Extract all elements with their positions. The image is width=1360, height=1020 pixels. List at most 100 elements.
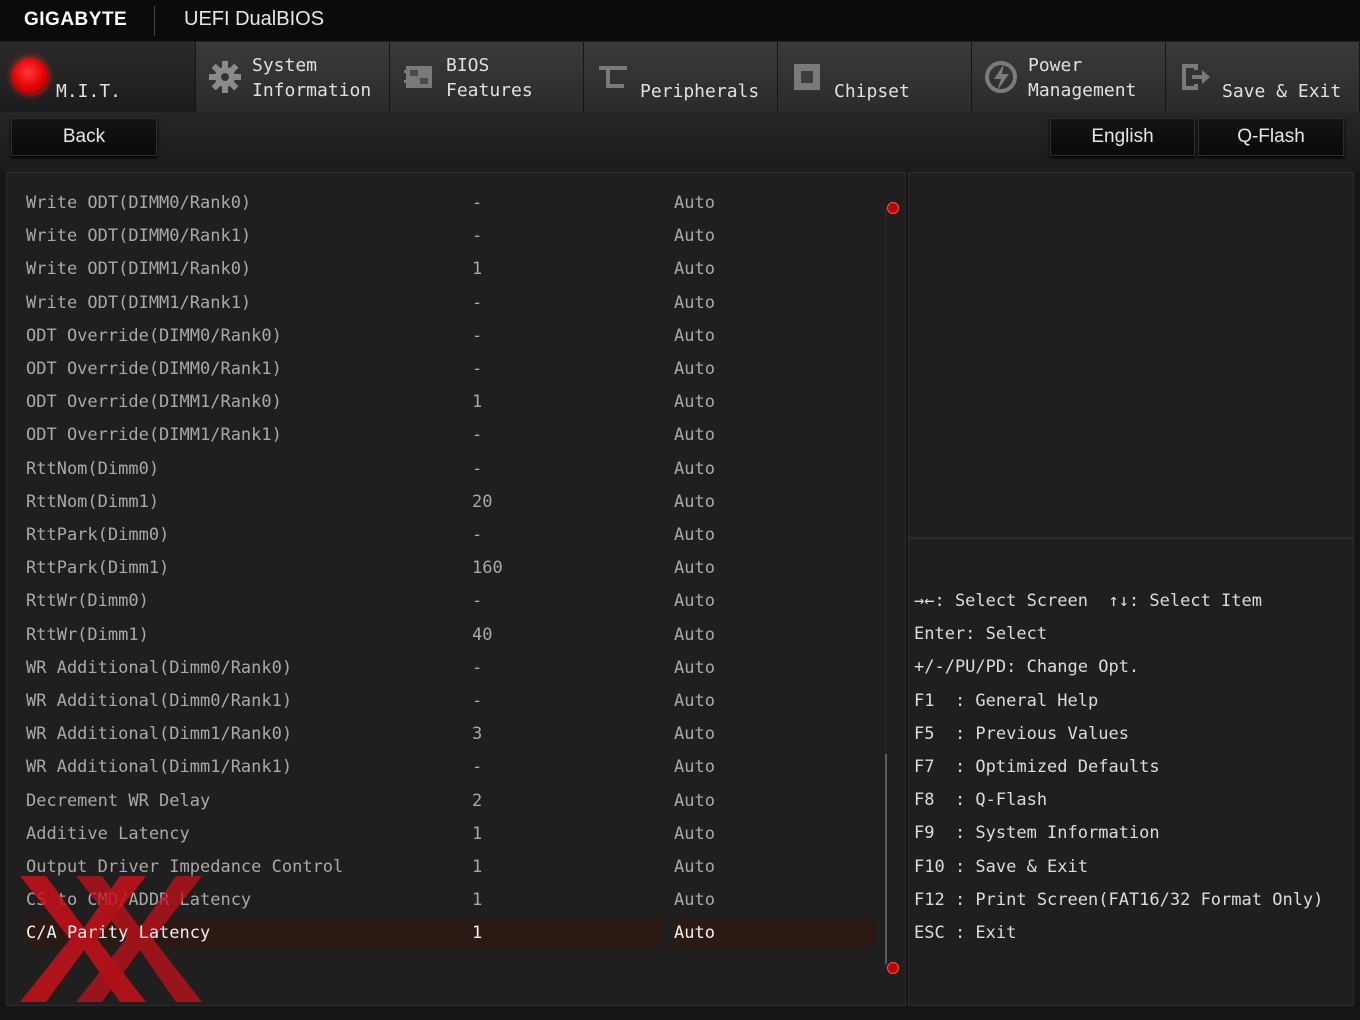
tab-mit[interactable]: M.I.T. xyxy=(0,42,196,112)
setting-current-value: - xyxy=(472,425,483,446)
setting-row[interactable]: Write ODT(DIMM1/Rank0) 1 Auto xyxy=(26,254,886,284)
setting-option[interactable]: Auto xyxy=(674,852,715,882)
setting-row[interactable]: C/A Parity Latency 1 Auto xyxy=(26,918,886,949)
setting-row[interactable]: Write ODT(DIMM0/Rank0) - Auto xyxy=(26,188,886,218)
setting-current-value: - xyxy=(472,525,483,545)
help-line: →←: Select Screen ↑↓: Select Item xyxy=(914,591,1262,611)
setting-name: RttPark(Dimm1) xyxy=(26,558,170,579)
setting-current-value: - xyxy=(472,657,483,678)
setting-name: ODT Override(DIMM0/Rank1) xyxy=(26,359,282,379)
setting-current-value: 3 xyxy=(472,724,483,745)
setting-option[interactable]: Auto xyxy=(674,719,715,749)
setting-option[interactable]: Auto xyxy=(674,752,715,782)
help-line: F9 : System Information xyxy=(914,823,1160,844)
setting-row[interactable]: RttPark(Dimm0) - Auto xyxy=(26,520,886,550)
tab-save-exit[interactable]: Save & Exit xyxy=(1166,42,1360,112)
setting-current-value: - xyxy=(472,325,483,346)
qflash-button[interactable]: Q-Flash xyxy=(1198,118,1344,156)
setting-row[interactable]: RttWr(Dimm1) 40 Auto xyxy=(26,620,886,650)
setting-row[interactable]: Write ODT(DIMM0/Rank1) - Auto xyxy=(26,221,886,251)
setting-option[interactable]: Auto xyxy=(674,686,715,716)
setting-row[interactable]: Decrement WR Delay 2 Auto xyxy=(26,786,886,816)
setting-row[interactable]: RttWr(Dimm0) - Auto xyxy=(26,586,886,616)
setting-row[interactable]: Output Driver Impedance Control 1 Auto xyxy=(26,852,886,882)
setting-option[interactable]: Auto xyxy=(674,885,715,915)
setting-name: Write ODT(DIMM0/Rank0) xyxy=(26,193,252,213)
setting-option[interactable]: Auto xyxy=(674,288,715,318)
power-icon xyxy=(985,61,1017,93)
scrollbar-thumb[interactable] xyxy=(885,754,887,964)
tab-label: M.I.T. xyxy=(56,81,122,102)
help-line: F5 : Previous Values xyxy=(914,723,1129,744)
scroll-up-icon[interactable] xyxy=(887,202,899,214)
help-line: F1 : General Help xyxy=(914,690,1099,711)
setting-row[interactable]: ODT Override(DIMM1/Rank0) 1 Auto xyxy=(26,387,886,417)
setting-row[interactable]: ODT Override(DIMM1/Rank1) - Auto xyxy=(26,420,886,450)
setting-current-value: - xyxy=(472,591,483,612)
setting-option[interactable]: Auto xyxy=(674,520,715,550)
setting-current-value: 40 xyxy=(472,624,493,645)
setting-option[interactable]: Auto xyxy=(674,487,715,517)
peripherals-icon xyxy=(599,66,627,88)
exit-icon xyxy=(1182,64,1210,90)
setting-row[interactable]: Additive Latency 1 Auto xyxy=(26,819,886,849)
setting-name: ODT Override(DIMM1/Rank1) xyxy=(26,425,282,446)
setting-current-value: - xyxy=(472,193,483,213)
setting-row[interactable]: WR Additional(Dimm0/Rank0) - Auto xyxy=(26,653,886,683)
setting-current-value: 1 xyxy=(472,923,483,944)
setting-option[interactable]: Auto xyxy=(674,354,715,384)
setting-name: ODT Override(DIMM1/Rank0) xyxy=(26,392,282,413)
setting-row[interactable]: CS to CMD/ADDR Latency 1 Auto xyxy=(26,885,886,915)
setting-option[interactable]: Auto xyxy=(674,188,715,218)
setting-row[interactable]: Write ODT(DIMM1/Rank1) - Auto xyxy=(26,288,886,318)
setting-option[interactable]: Auto xyxy=(674,420,715,450)
tab-bios-features[interactable]: BIOS Features xyxy=(390,42,584,112)
setting-name: Write ODT(DIMM1/Rank1) xyxy=(26,292,252,313)
setting-option[interactable]: Auto xyxy=(674,653,715,683)
setting-option[interactable]: Auto xyxy=(674,786,715,816)
setting-name: RttPark(Dimm0) xyxy=(26,525,170,545)
tab-system-information[interactable]: System Information xyxy=(196,42,390,112)
setting-name: RttNom(Dimm1) xyxy=(26,491,160,512)
setting-option[interactable]: Auto xyxy=(674,254,715,284)
setting-option[interactable]: Auto xyxy=(674,321,715,351)
help-line: Enter: Select xyxy=(914,624,1048,645)
setting-row[interactable]: RttNom(Dimm1) 20 Auto xyxy=(26,487,886,517)
setting-row[interactable]: ODT Override(DIMM0/Rank0) - Auto xyxy=(26,321,886,351)
setting-option[interactable]: Auto xyxy=(674,553,715,583)
setting-current-value: 1 xyxy=(472,823,483,844)
setting-option[interactable]: Auto xyxy=(674,221,715,251)
tab-label: Save & Exit xyxy=(1222,81,1342,102)
setting-option[interactable]: Auto xyxy=(674,454,715,484)
back-button[interactable]: Back xyxy=(11,118,157,156)
setting-row[interactable]: RttPark(Dimm1) 160 Auto xyxy=(26,553,886,583)
setting-row[interactable]: RttNom(Dimm0) - Auto xyxy=(26,454,886,484)
setting-current-value: 1 xyxy=(472,857,483,877)
help-line: F10 : Save & Exit xyxy=(914,856,1088,877)
tab-peripherals[interactable]: Peripherals xyxy=(584,42,778,112)
tab-label: Power Management xyxy=(1028,55,1137,101)
setting-current-value: - xyxy=(472,757,483,778)
setting-name: WR Additional(Dimm0/Rank1) xyxy=(26,691,293,711)
tab-chipset[interactable]: Chipset xyxy=(778,42,972,112)
setting-name: Write ODT(DIMM1/Rank0) xyxy=(26,259,252,280)
setting-row[interactable]: WR Additional(Dimm1/Rank1) - Auto xyxy=(26,752,886,782)
chipset-icon xyxy=(794,64,820,90)
setting-option[interactable]: Auto xyxy=(674,620,715,650)
setting-name: WR Additional(Dimm1/Rank1) xyxy=(26,757,293,778)
scroll-down-icon[interactable] xyxy=(887,962,899,974)
language-button[interactable]: English xyxy=(1050,118,1195,156)
setting-name: ODT Override(DIMM0/Rank0) xyxy=(26,325,282,346)
title-bar: GIGABYTE UEFI DualBIOS xyxy=(0,0,1360,42)
setting-option[interactable]: Auto xyxy=(674,387,715,417)
setting-option[interactable]: Auto xyxy=(674,586,715,616)
brand-divider xyxy=(154,6,155,36)
tab-power-management[interactable]: Power Management xyxy=(972,42,1166,112)
setting-option[interactable]: Auto xyxy=(674,918,715,948)
setting-row[interactable]: WR Additional(Dimm1/Rank0) 3 Auto xyxy=(26,719,886,749)
setting-name: Output Driver Impedance Control xyxy=(26,857,344,877)
setting-option[interactable]: Auto xyxy=(674,819,715,849)
setting-row[interactable]: ODT Override(DIMM0/Rank1) - Auto xyxy=(26,354,886,384)
setting-name: RttNom(Dimm0) xyxy=(26,458,160,479)
setting-row[interactable]: WR Additional(Dimm0/Rank1) - Auto xyxy=(26,686,886,716)
